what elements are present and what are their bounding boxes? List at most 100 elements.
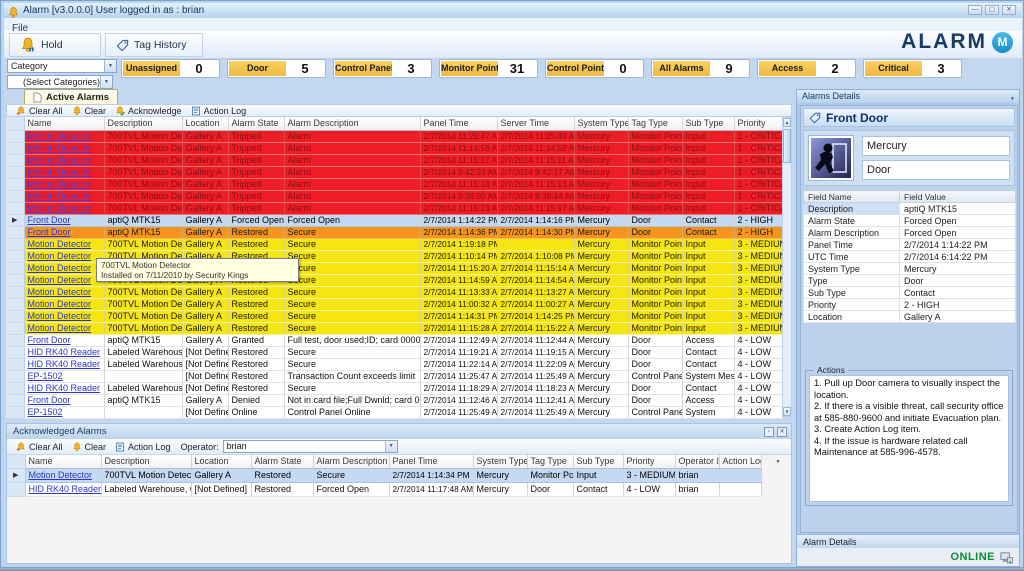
field-row[interactable]: Priority 2 - HIGH (803, 298, 1016, 311)
alarm-link[interactable]: EP-1502 (28, 371, 63, 381)
alarm-name-cell[interactable]: HID RK40 Reader (25, 482, 102, 497)
actions-text[interactable]: 1. Pull up Door camera to visually inspe… (809, 375, 1009, 502)
scroll-down-icon[interactable]: ▼ (783, 407, 791, 416)
table-row[interactable]: Motion Detector 700TVL Motion Detec...Gal… (6, 238, 783, 251)
alarm-name-cell[interactable]: Front Door (24, 214, 105, 227)
chevron-down-icon[interactable]: ▼ (104, 60, 116, 72)
alarm-name-cell[interactable]: Motion Detector (24, 190, 105, 203)
ack-clear-button[interactable]: Clear (72, 442, 106, 452)
field-row[interactable]: Type Door (803, 274, 1016, 287)
field-row[interactable]: Alarm Description Forced Open (803, 226, 1016, 239)
alarm-link[interactable]: Motion Detector (28, 311, 92, 321)
alarm-link[interactable]: HID RK40 Reader (28, 359, 101, 369)
table-row[interactable]: HID RK40 ReaderLabeled Warehouse, ...[No… (6, 346, 783, 359)
alarm-name-cell[interactable]: Motion Detector (24, 274, 105, 287)
column-header[interactable]: Panel Time (420, 117, 498, 131)
column-header[interactable]: Operator ID (675, 455, 720, 469)
clear-all-button[interactable]: Clear All (16, 106, 63, 116)
field-row[interactable]: Description aptiQ MTK15 (803, 202, 1016, 215)
column-header[interactable]: Alarm Description (284, 117, 421, 131)
column-header[interactable]: Sub Type (573, 455, 624, 469)
column-header[interactable]: Name (24, 117, 105, 131)
table-row[interactable]: Motion Detector 700TVL Motion Detec...Gal… (6, 298, 783, 311)
column-header[interactable]: System Type (473, 455, 528, 469)
table-row[interactable]: EP-1502 [Not Defined]RestoredTransaction … (6, 370, 783, 383)
tag-history-button[interactable]: Tag History (105, 33, 203, 57)
alarm-link[interactable]: Motion Detector (28, 275, 92, 285)
table-row[interactable]: Motion Detector 700TVL Motion Detec...Gal… (6, 286, 783, 299)
column-header[interactable]: Priority (623, 455, 676, 469)
table-row[interactable]: Motion Detector 700TVL Motion Detec...Gal… (6, 190, 783, 203)
alarm-link[interactable]: Motion Detector (28, 287, 92, 297)
scrollbar-thumb[interactable] (783, 129, 791, 163)
column-header[interactable]: System Type (574, 117, 629, 131)
select-categories-dropdown[interactable]: (Select Categories) ▼ (7, 75, 113, 89)
column-header[interactable]: Action Log (719, 455, 762, 469)
alarm-link[interactable]: HID RK40 Reader (28, 347, 101, 357)
table-row[interactable]: Motion Detector 700TVL Motion Detec...Gal… (6, 322, 783, 335)
alarm-link[interactable]: Front Door (28, 227, 71, 237)
column-header[interactable]: Name (25, 455, 102, 469)
chevron-down-icon[interactable]: ▼ (384, 441, 397, 452)
minimize-icon[interactable]: — (968, 5, 982, 15)
alarm-link[interactable]: Motion Detector (28, 191, 92, 201)
alarm-name-cell[interactable]: HID RK40 Reader (24, 382, 105, 395)
column-header[interactable]: Tag Type (628, 117, 683, 131)
alarm-link[interactable]: EP-1502 (28, 407, 63, 417)
operator-dropdown[interactable]: brian ▼ (222, 440, 398, 453)
clear-button[interactable]: Clear (72, 106, 106, 116)
field-row[interactable]: System Type Mercury (803, 262, 1016, 275)
action-log-button[interactable]: Action Log (191, 106, 246, 116)
alarm-name-cell[interactable]: EP-1502 (24, 406, 105, 419)
alarm-name-cell[interactable]: Motion Detector (24, 286, 105, 299)
column-header[interactable]: Tag Type (527, 455, 574, 469)
column-header[interactable]: Description (101, 455, 192, 469)
table-row[interactable]: HID RK40 ReaderLabeled Warehouse, ...[No… (6, 382, 783, 395)
table-row[interactable]: HID RK40 ReaderLabeled Warehouse, wit...… (7, 482, 762, 497)
alarm-name-cell[interactable]: Front Door (24, 226, 105, 239)
alarm-link[interactable]: Motion Detector (28, 323, 92, 333)
field-row[interactable]: Sub Type Contact (803, 286, 1016, 299)
alarm-name-cell[interactable]: HID RK40 Reader (24, 346, 105, 359)
field-row[interactable]: Location Gallery A (803, 310, 1016, 323)
alarm-link[interactable]: Front Door (28, 335, 71, 345)
alarm-name-cell[interactable]: Motion Detector (24, 298, 105, 311)
alarm-link[interactable]: Motion Detector (29, 470, 93, 480)
alarm-link[interactable]: Motion Detector (28, 131, 92, 141)
alarm-name-cell[interactable]: Motion Detector (24, 262, 105, 275)
table-row[interactable]: Motion Detector 700TVL Motion Detec...Gal… (6, 202, 783, 215)
alarm-link[interactable]: Motion Detector (28, 179, 92, 189)
category-dropdown[interactable]: Category ▼ (7, 59, 117, 73)
close-icon[interactable]: ✕ (1002, 5, 1016, 15)
alarm-name-cell[interactable]: Motion Detector (24, 310, 105, 323)
alarm-link[interactable]: Motion Detector (28, 299, 92, 309)
alarm-name-cell[interactable]: HID RK40 Reader (24, 358, 105, 371)
column-header[interactable]: Location (182, 117, 229, 131)
column-header[interactable]: Priority (734, 117, 783, 131)
toolbar-overflow-icon[interactable]: ▼ (771, 457, 785, 467)
table-row[interactable]: Motion Detector 700TVL Motion Detec...Gal… (6, 142, 783, 155)
alarm-details-bar[interactable]: Alarm Details (797, 534, 1019, 548)
table-row[interactable]: Motion Detector 700TVL Motion Detec...Gal… (6, 310, 783, 323)
alarm-name-cell[interactable]: Front Door (24, 334, 105, 347)
alarm-link[interactable]: Front Door (28, 215, 71, 225)
column-header[interactable]: Alarm State (228, 117, 285, 131)
alarm-name-cell[interactable]: Motion Detector (24, 178, 105, 191)
alarm-link[interactable]: HID RK40 Reader (29, 484, 101, 494)
scroll-up-icon[interactable]: ▲ (783, 118, 791, 127)
table-row[interactable]: ▶ Front Door aptiQ MTK15 Gallery A Forced Op… (6, 214, 783, 227)
alarm-link[interactable]: Motion Detector (28, 167, 92, 177)
alarm-link[interactable]: Motion Detector (28, 263, 92, 273)
column-header[interactable]: Server Time (497, 117, 575, 131)
table-row[interactable]: Motion Detector 700TVL Motion Detec...Gal… (6, 154, 783, 167)
alarm-link[interactable]: Motion Detector (28, 143, 92, 153)
field-row[interactable]: Alarm State Forced Open (803, 214, 1016, 227)
alarm-name-cell[interactable]: Motion Detector (25, 468, 102, 483)
alarm-link[interactable]: HID RK40 Reader (28, 383, 101, 393)
alarm-name-cell[interactable]: Motion Detector (24, 130, 105, 143)
alarm-name-cell[interactable]: Motion Detector (24, 166, 105, 179)
table-row[interactable]: Front Door aptiQ MTK15 Gallery A Granted Ful… (6, 334, 783, 347)
ack-clear-all-button[interactable]: Clear All (16, 442, 63, 452)
table-row[interactable]: Front Door aptiQ MTK15 Gallery A Denied Not … (6, 394, 783, 407)
column-header[interactable]: Alarm Description (313, 455, 390, 469)
